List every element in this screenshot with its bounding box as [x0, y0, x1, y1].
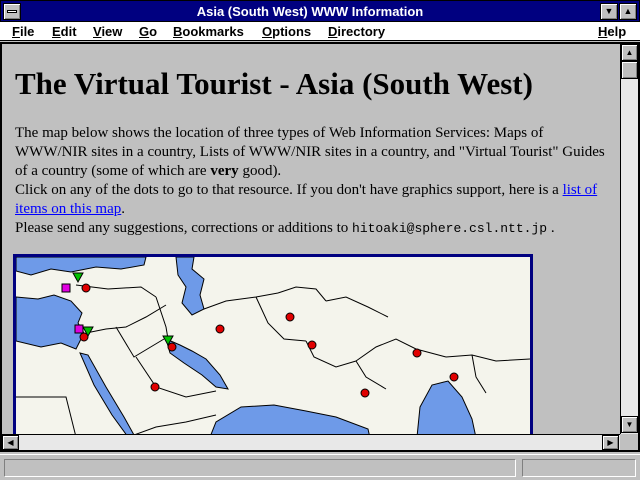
list-dot-nepal[interactable]: [412, 348, 422, 358]
menu-help[interactable]: Help: [598, 24, 626, 39]
window-title: Asia (South West) WWW Information: [196, 4, 424, 19]
list-dot-iran[interactable]: [215, 324, 225, 334]
menu-bar: File Edit View Go Bookmarks Options Dire…: [0, 22, 640, 41]
click-instructions: Click on any of the dots to go to that r…: [15, 182, 563, 198]
status-message: [4, 459, 516, 477]
vertical-scrollbar[interactable]: ▲ ▼: [620, 44, 638, 434]
maximize-button[interactable]: ▲: [619, 3, 637, 20]
list-dot-israel[interactable]: [79, 332, 89, 342]
menu-bookmarks[interactable]: Bookmarks: [173, 24, 244, 39]
list-dot-india[interactable]: [360, 388, 370, 398]
progress-indicator: [522, 459, 636, 477]
list-dot-afghanistan[interactable]: [285, 312, 295, 322]
browser-window: Asia (South West) WWW Information ▼ ▲ Fi…: [0, 0, 640, 480]
scrollbar-corner: [620, 434, 638, 450]
click-instructions-end: .: [121, 201, 125, 217]
title-bar: Asia (South West) WWW Information ▼ ▲: [0, 0, 640, 22]
menu-directory[interactable]: Directory: [328, 24, 385, 39]
scroll-up-button[interactable]: ▲: [621, 44, 638, 61]
contact-text: Please send any suggestions, corrections…: [15, 220, 353, 236]
intro-bold-text: very: [210, 163, 239, 179]
scroll-right-button[interactable]: ▶: [602, 435, 619, 450]
scroll-left-button[interactable]: ◀: [2, 435, 19, 450]
intro-text: The map below shows the location of thre…: [15, 125, 605, 179]
menu-options[interactable]: Options: [262, 24, 311, 39]
map-square-israel[interactable]: [74, 324, 84, 334]
scroll-down-button[interactable]: ▼: [621, 416, 638, 433]
list-dot-turkey[interactable]: [81, 283, 91, 293]
intro-text-end: good).: [238, 163, 282, 179]
menu-view[interactable]: View: [93, 24, 122, 39]
list-dot-saudi-arabia[interactable]: [150, 382, 160, 392]
clickable-map[interactable]: [13, 254, 533, 434]
horizontal-scrollbar[interactable]: ◀ ▶: [2, 434, 620, 450]
intro-paragraph: The map below shows the location of thre…: [15, 124, 610, 238]
page-title: The Virtual Tourist - Asia (South West): [15, 66, 533, 101]
map-square-turkey[interactable]: [61, 283, 71, 293]
map-image: [16, 257, 530, 434]
vertical-scroll-thumb[interactable]: [621, 61, 638, 79]
list-dot-bangladesh[interactable]: [449, 372, 459, 382]
contact-email: hitoaki@sphere.csl.ntt.jp: [352, 221, 548, 236]
menu-edit[interactable]: Edit: [52, 24, 77, 39]
list-dot-pakistan[interactable]: [307, 340, 317, 350]
menu-file[interactable]: File: [12, 24, 34, 39]
list-dot-kuwait[interactable]: [167, 342, 177, 352]
document-frame: The Virtual Tourist - Asia (South West) …: [0, 42, 640, 452]
system-menu-button[interactable]: [3, 3, 21, 20]
contact-text-end: .: [547, 220, 555, 236]
status-bar: [0, 454, 640, 480]
document-view: The Virtual Tourist - Asia (South West) …: [2, 44, 620, 434]
minimize-button[interactable]: ▼: [600, 3, 618, 20]
menu-go[interactable]: Go: [139, 24, 157, 39]
